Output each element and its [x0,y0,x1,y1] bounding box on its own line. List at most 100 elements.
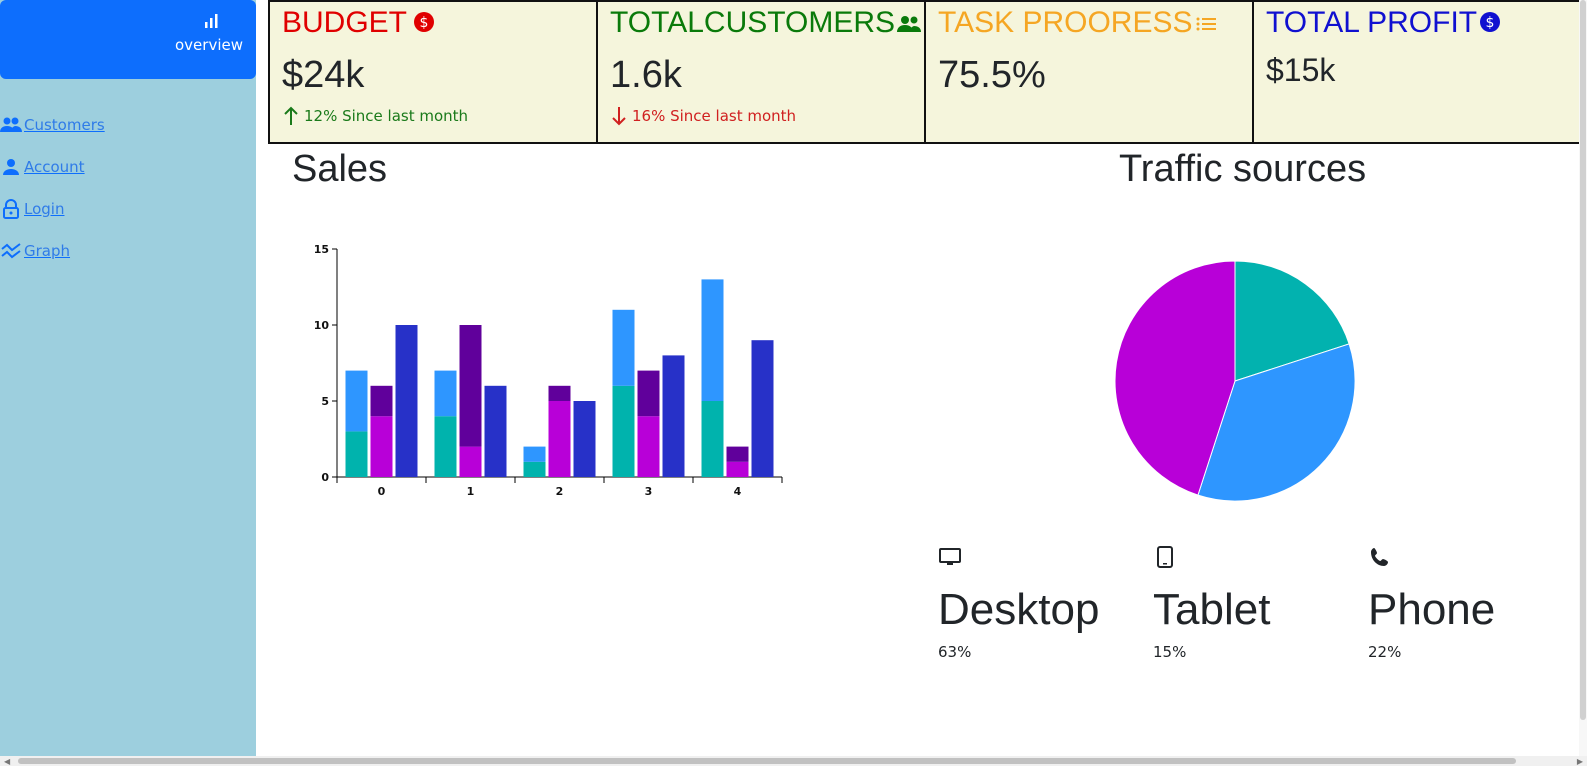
customers-delta-text: 16% Since last month [632,107,797,125]
profit-title: TOTAL PROFIT [1266,6,1478,39]
budget-value: $24k [282,54,365,96]
profit-title-row: TOTAL PROFIT $ [1266,6,1501,41]
bar-segment[interactable] [370,416,393,477]
sales-bar-chart: 0 5 10 15 0 1 2 3 4 [314,243,783,498]
device-percent: 15% [1153,643,1187,661]
sales-title: Sales [292,148,388,190]
person-icon [0,157,22,177]
sidebar-item-label: Account [24,158,85,176]
device-desktop: Desktop 63% [938,545,1138,661]
device-phone: Phone 22% [1368,545,1568,661]
people-icon [897,7,922,41]
bar-segment[interactable] [637,370,660,417]
phone-icon [1371,548,1388,566]
budget-card: BUDGET $ $24k 12% Since last month [268,0,598,144]
horizontal-scrollbar[interactable]: ◀ ▶ [0,756,1587,766]
device-percent: 22% [1368,643,1402,661]
x-tick-label: 3 [645,485,653,498]
svg-text:$: $ [1486,15,1495,31]
arrow-down-icon [612,107,626,126]
customers-title-row: TOTALCUSTOMERS [610,6,922,41]
sidebar-item-graph[interactable]: Graph [0,230,105,272]
traffic-pie-chart [1114,260,1356,502]
sidebar: overview Customers Account Login Graph [0,0,256,756]
device-name: Tablet [1153,585,1271,634]
bar-segment[interactable] [726,461,749,477]
sidebar-item-customers[interactable]: Customers [0,104,105,146]
bar-segment[interactable] [548,401,571,477]
y-tick-label: 5 [321,395,329,408]
dollar-coin-icon: $ [413,7,435,41]
bar-segment[interactable] [573,401,596,477]
bar-segment[interactable] [395,325,418,477]
bar-segment[interactable] [370,385,393,417]
task-title-row: TASK PROORESS [938,6,1217,41]
scroll-right-arrow-icon[interactable]: ▶ [1577,757,1583,766]
scroll-left-arrow-icon[interactable]: ◀ [4,757,10,766]
vertical-scroll-thumb[interactable] [1580,0,1586,720]
bar-segment[interactable] [637,416,660,477]
vertical-scrollbar[interactable] [1579,0,1587,756]
monitor-icon [939,548,961,565]
customers-delta: 16% Since last month [612,106,796,126]
task-value: 75.5% [938,54,1046,96]
bar-segment[interactable] [726,446,749,462]
device-name: Desktop [938,585,1100,634]
y-tick-label: 15 [314,243,329,256]
x-tick-label: 1 [467,485,475,498]
bar-segment[interactable] [434,416,457,477]
bar-segment[interactable] [662,355,685,477]
sidebar-item-account[interactable]: Account [0,146,105,188]
arrow-up-icon [284,106,298,125]
customers-title: TOTALCUSTOMERS [610,6,896,39]
sidebar-item-label: Login [24,200,65,218]
bar-segment[interactable] [523,461,546,477]
device-percent: 63% [938,643,972,661]
svg-text:$: $ [420,15,429,31]
bar-segment[interactable] [523,446,546,462]
bar-segment[interactable] [345,370,368,432]
y-tick-label: 10 [314,319,330,332]
people-icon [0,115,22,135]
budget-title-row: BUDGET $ [282,6,435,41]
device-name: Phone [1368,585,1496,634]
tablet-icon [1157,546,1173,568]
bar-segment[interactable] [548,385,571,401]
device-tablet: Tablet 15% [1153,545,1353,661]
bar-segment[interactable] [751,340,774,477]
sidebar-item-label: Customers [24,116,105,134]
bar-segment[interactable] [459,325,482,447]
profit-value: $15k [1266,52,1336,88]
sidebar-item-label: Graph [24,242,71,260]
bar-segment[interactable] [701,401,724,477]
graph-icon [0,241,22,261]
bar-segment[interactable] [612,385,635,477]
dollar-coin-icon: $ [1479,7,1501,41]
bar-segment[interactable] [434,370,457,417]
bar-segment[interactable] [612,309,635,386]
bar-segment[interactable] [701,279,724,401]
task-progress-card: TASK PROORESS 75.5% [924,0,1254,144]
sidebar-nav: Customers Account Login Graph [0,104,105,272]
budget-delta: 12% Since last month [284,106,468,126]
y-tick-label: 0 [321,471,329,484]
bar-chart-icon [205,14,218,28]
bar-segment[interactable] [459,446,482,477]
x-tick-label: 2 [556,485,564,498]
list-icon [1195,7,1217,41]
traffic-title: Traffic sources [1119,148,1367,190]
lock-icon [0,199,22,219]
profit-card: TOTAL PROFIT $ $15k [1252,0,1582,144]
x-tick-label: 4 [734,485,742,498]
overview-label: overview [175,36,243,54]
bar-segment[interactable] [345,431,368,477]
sidebar-item-login[interactable]: Login [0,188,105,230]
customers-card: TOTALCUSTOMERS 1.6k 16% Since last month [596,0,926,144]
budget-delta-text: 12% Since last month [304,107,469,125]
overview-button[interactable]: overview [0,0,256,79]
task-title: TASK PROORESS [938,6,1193,39]
horizontal-scroll-thumb[interactable] [18,758,1516,764]
bar-segment[interactable] [484,385,507,477]
customers-value: 1.6k [610,54,682,96]
budget-title: BUDGET [282,6,408,39]
